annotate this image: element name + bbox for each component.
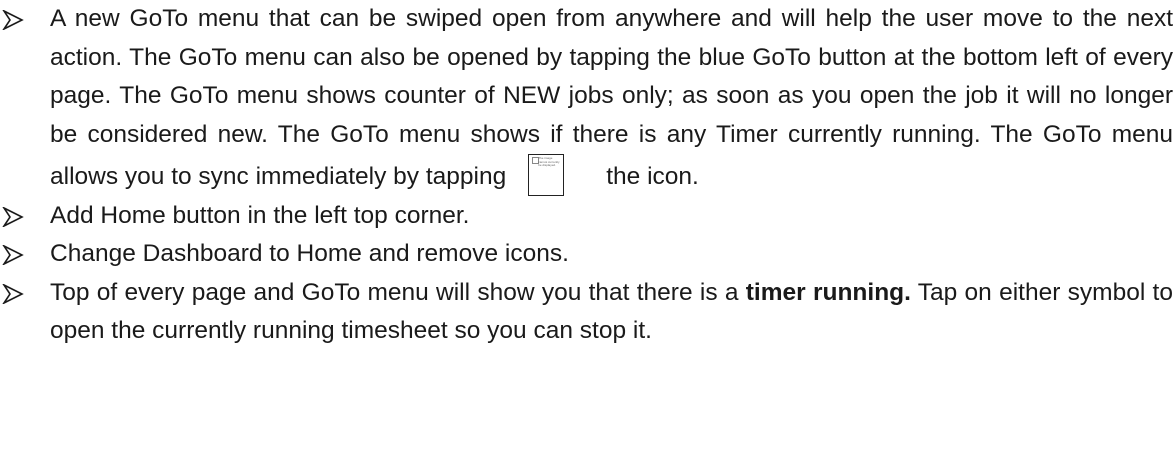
list-item-text: Add Home button in the left top corner. <box>50 201 470 229</box>
list-item-text: Change Dashboard to Home and remove icon… <box>50 240 569 267</box>
list-item-text: Top of every page and GoTo menu will sho… <box>50 278 746 306</box>
broken-image-icon: The image cannot currently be displayed. <box>528 154 565 196</box>
arrowhead-bullet-icon <box>2 197 32 236</box>
bold-phrase: timer running. <box>745 278 911 306</box>
list-item: Top of every page and GoTo menu will sho… <box>0 274 1175 351</box>
list-item: Change Dashboard to Home and remove icon… <box>0 235 1175 274</box>
arrowhead-bullet-icon <box>2 274 32 313</box>
arrowhead-bullet-icon <box>2 235 32 274</box>
arrowhead-bullet-icon <box>2 0 32 39</box>
list-item: A new GoTo menu that can be swiped open … <box>0 0 1175 197</box>
image-placeholder-text: The image cannot currently be displayed. <box>538 157 560 167</box>
document-page: A new GoTo menu that can be swiped open … <box>0 0 1175 462</box>
list-item-text-end: the icon. <box>606 163 699 190</box>
bullet-list: A new GoTo menu that can be swiped open … <box>0 0 1175 351</box>
list-item: Add Home button in the left top corner. <box>0 197 1175 236</box>
